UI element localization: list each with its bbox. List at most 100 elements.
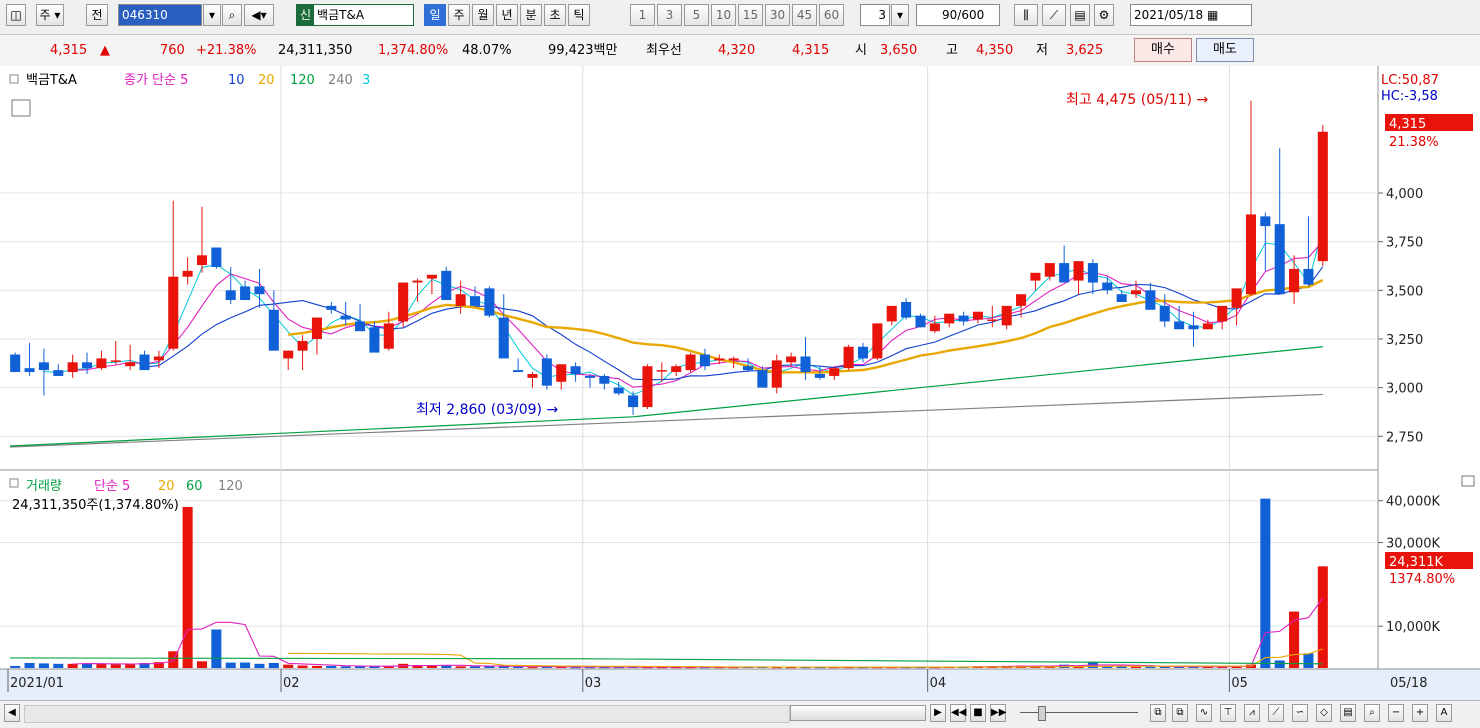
interval-button-5[interactable]: 5 [684, 4, 709, 26]
price-change: 760 [160, 43, 185, 58]
candle-type-icon[interactable]: ⫼ [1014, 4, 1038, 26]
quote-bar: 4,315 ▲ 760 +21.38% 24,311,350 1,374.80%… [0, 34, 1480, 65]
period-tab-0[interactable]: 일 [424, 4, 446, 26]
period-tab-5[interactable]: 초 [544, 4, 566, 26]
period-tab-1[interactable]: 주 [448, 4, 470, 26]
stock-name-field[interactable]: 신 백금T&A [296, 4, 414, 26]
scroll-left-icon[interactable]: ◀ [4, 704, 20, 722]
candle-body [613, 387, 624, 394]
save-icon[interactable]: ▤ [1070, 4, 1090, 26]
stop-icon[interactable]: ■ [970, 704, 986, 722]
candle-body [211, 247, 222, 267]
candle-body [1260, 216, 1271, 227]
stock-code-input[interactable]: 046310 [118, 4, 202, 26]
code-dropdown-icon[interactable]: ▾ [203, 4, 221, 26]
amount-value: 99,423백만 [548, 43, 618, 58]
volume-bar [110, 664, 121, 668]
volume-bar [426, 665, 437, 668]
line-tool-icon[interactable]: ⟋ [1042, 4, 1066, 26]
candle-body [1159, 305, 1170, 322]
high-note: 최고 4,475 (05/11) → [1066, 92, 1208, 108]
cycle-icon[interactable]: ∽ [1292, 704, 1308, 722]
date-field[interactable]: 2021/05/18 ▦ [1130, 4, 1252, 26]
zoom-out-icon[interactable]: − [1388, 704, 1404, 722]
candle-body [355, 321, 366, 332]
gear-icon[interactable]: ⚙ [1094, 4, 1114, 26]
price-tick-label: 2,750 [1386, 430, 1423, 445]
font-icon[interactable]: A [1436, 704, 1452, 722]
interval-button-15[interactable]: 15 [738, 4, 763, 26]
candle-body [1044, 263, 1055, 277]
interval-button-60[interactable]: 60 [819, 4, 844, 26]
print-icon[interactable]: ▤ [1340, 704, 1356, 722]
candle-body [829, 368, 840, 376]
high-value: 4,350 [976, 43, 1014, 58]
interval-button-45[interactable]: 45 [792, 4, 817, 26]
candle-body [958, 315, 969, 322]
candle-body [570, 366, 581, 374]
interval-dropdown-icon[interactable]: ▾ [891, 4, 909, 26]
shape-icon[interactable]: ◇ [1316, 704, 1332, 722]
layout-icon[interactable]: ⧉ [1150, 704, 1166, 722]
period-tab-2[interactable]: 월 [472, 4, 494, 26]
legend-ma-3: 3 [362, 73, 370, 88]
horizontal-scrollbar[interactable] [24, 705, 790, 723]
volume-bar [469, 666, 481, 668]
candle-body [1102, 282, 1113, 291]
fast-forward-icon[interactable]: ▶▶ [990, 704, 1006, 722]
period-tab-3[interactable]: 년 [496, 4, 518, 26]
date-value: 2021/05/18 [1134, 8, 1204, 22]
volume-bar [82, 663, 93, 668]
up-arrow-icon: ▲ [100, 43, 110, 58]
interval-button-10[interactable]: 10 [711, 4, 736, 26]
magnifier-icon[interactable]: ⌕ [1364, 704, 1380, 722]
interval-input[interactable]: 3 [860, 4, 890, 26]
rewind-icon[interactable]: ◀◀ [950, 704, 966, 722]
market-dropdown[interactable]: 주 ▾ [36, 4, 64, 26]
candle-body [10, 354, 21, 373]
volume-bar [10, 665, 21, 668]
grid-table-icon [11, 99, 31, 117]
candle-body [987, 319, 998, 322]
trend-icon[interactable]: ⟋ [1268, 704, 1284, 722]
sound-icon[interactable]: ◀▾ [244, 4, 274, 26]
window-icon[interactable]: ◫ [6, 4, 26, 26]
price-change-pct: +21.38% [196, 43, 257, 58]
candle-body [714, 358, 725, 361]
count-max: /600 [957, 8, 985, 22]
sell-button[interactable]: 매도 [1196, 38, 1254, 62]
period-tab-6[interactable]: 틱 [568, 4, 590, 26]
search-icon[interactable]: ⌕ [222, 4, 242, 26]
candle-body [1303, 268, 1314, 285]
interval-button-3[interactable]: 3 [657, 4, 682, 26]
candle-body [469, 296, 481, 306]
period-tab-4[interactable]: 분 [520, 4, 542, 26]
price-tick-label: 3,000 [1386, 382, 1423, 397]
candle-body [513, 370, 524, 373]
buy-button[interactable]: 매수 [1134, 38, 1192, 62]
count-field[interactable]: 90/600 [916, 4, 1000, 26]
candle-body [398, 282, 409, 322]
wave-icon[interactable]: ∿ [1196, 704, 1212, 722]
candle-body [1289, 268, 1300, 293]
interval-button-30[interactable]: 30 [765, 4, 790, 26]
candle-body [297, 340, 308, 351]
candle-body [283, 350, 294, 359]
zoom-in-icon[interactable]: + [1412, 704, 1428, 722]
play-icon[interactable]: ▶ [930, 704, 946, 722]
stock-chart[interactable]: 4,000 3,750 3,500 3,250 3,000 2,750 40,000K 30,… [0, 66, 1480, 700]
fan-icon[interactable]: ⩘ [1244, 704, 1260, 722]
candle-body [872, 323, 883, 359]
legend-ma-10: 10 [228, 73, 245, 88]
current-price: 4,315 [50, 43, 88, 58]
prev-button[interactable]: 전 [86, 4, 108, 26]
candle-body [38, 362, 49, 371]
zoom-slider-handle[interactable] [1038, 706, 1046, 721]
candle-body [886, 305, 897, 322]
window-icon-2[interactable]: ⧉ [1172, 704, 1188, 722]
candle-body [484, 288, 495, 316]
fib-icon[interactable]: ⊤ [1220, 704, 1236, 722]
interval-button-1[interactable]: 1 [630, 4, 655, 26]
calendar-icon[interactable]: ▦ [1207, 8, 1218, 22]
scroll-thumb[interactable] [790, 705, 926, 721]
